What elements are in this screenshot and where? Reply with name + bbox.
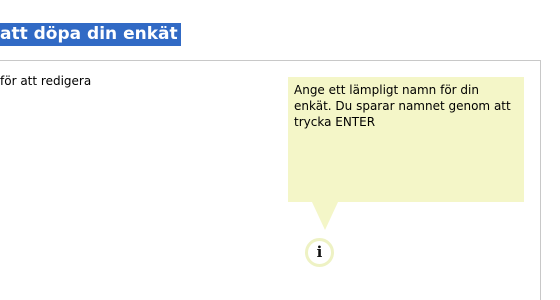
edit-hint-text: för att redigera [0, 74, 92, 88]
page: att döpa din enkät för att redigera Ange… [0, 0, 560, 300]
tooltip-tail [312, 202, 338, 230]
help-tooltip: Ange ett lämpligt namn för din enkät. Du… [288, 77, 524, 202]
editor-panel: för att redigera Ange ett lämpligt namn … [0, 60, 541, 300]
info-icon[interactable]: i [305, 238, 334, 267]
survey-title-selection[interactable]: att döpa din enkät [0, 23, 181, 46]
